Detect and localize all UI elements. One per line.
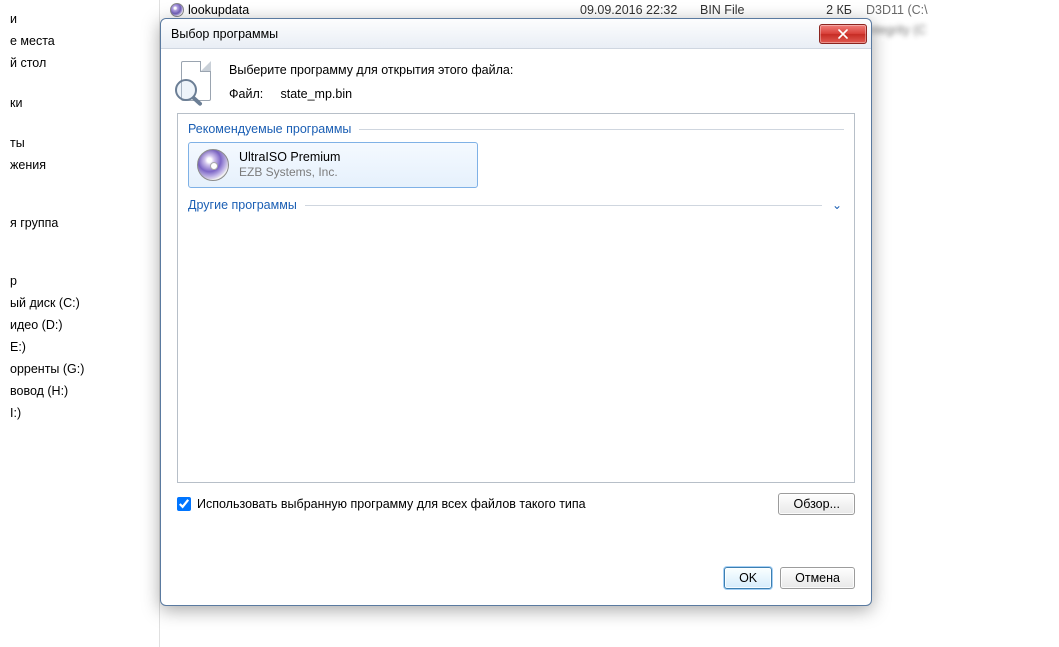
close-icon: [838, 29, 848, 39]
section-other[interactable]: Другие программы ⌄: [188, 198, 844, 212]
program-vendor: EZB Systems, Inc.: [239, 165, 340, 179]
disc-icon: [197, 149, 229, 181]
program-name: UltraISO Premium: [239, 150, 340, 165]
sidebar-item[interactable]: вовод (H:): [0, 380, 159, 402]
file-search-icon: [177, 61, 215, 107]
dialog-file: Файл: state_mp.bin: [229, 87, 513, 101]
programs-box: Рекомендуемые программы UltraISO Premium…: [177, 113, 855, 483]
sidebar-item[interactable]: орренты (G:): [0, 358, 159, 380]
cancel-button[interactable]: Отмена: [780, 567, 855, 589]
dialog-title: Выбор программы: [171, 27, 819, 41]
open-with-dialog: Выбор программы Выберите программу для о…: [160, 18, 872, 606]
file-size: 2 КБ: [810, 3, 860, 17]
sidebar-item[interactable]: й стол: [0, 52, 159, 74]
file-label: Файл:: [229, 87, 277, 101]
dialog-footer: OK Отмена: [177, 515, 855, 589]
file-row[interactable]: lookupdata 09.09.2016 22:32 BIN File 2 К…: [160, 0, 1059, 20]
always-use-row: Использовать выбранную программу для все…: [177, 493, 855, 515]
sidebar-item[interactable]: E:): [0, 336, 159, 358]
disc-icon: [170, 3, 184, 17]
sidebar-item[interactable]: ки: [0, 92, 159, 114]
sidebar-item[interactable]: р: [0, 270, 159, 292]
dialog-body: Выберите программу для открытия этого фа…: [161, 49, 871, 605]
sidebar-item[interactable]: ый диск (C:): [0, 292, 159, 314]
file-name-value: state_mp.bin: [280, 87, 352, 101]
sidebar-item[interactable]: жения: [0, 154, 159, 176]
section-label: Рекомендуемые программы: [188, 122, 351, 136]
file-date: 09.09.2016 22:32: [580, 3, 700, 17]
section-label: Другие программы: [188, 198, 297, 212]
sidebar-item[interactable]: I:): [0, 402, 159, 424]
section-recommended: Рекомендуемые программы: [188, 122, 844, 136]
always-use-label[interactable]: Использовать выбранную программу для все…: [197, 497, 586, 511]
sidebar-item[interactable]: ты: [0, 132, 159, 154]
browse-button[interactable]: Обзор...: [778, 493, 855, 515]
titlebar[interactable]: Выбор программы: [161, 19, 871, 49]
file-path: integrity (C: [860, 23, 1059, 37]
sidebar-item[interactable]: е места: [0, 30, 159, 52]
sidebar-item[interactable]: я группа: [0, 212, 159, 234]
sidebar-item[interactable]: идео (D:): [0, 314, 159, 336]
file-type: BIN File: [700, 3, 810, 17]
dialog-prompt: Выберите программу для открытия этого фа…: [229, 63, 513, 77]
chevron-down-icon: ⌄: [830, 198, 844, 212]
sidebar-item[interactable]: и: [0, 8, 159, 30]
file-path: D3D11 (C:\: [860, 3, 1059, 17]
program-item-ultraiso[interactable]: UltraISO Premium EZB Systems, Inc.: [188, 142, 478, 188]
file-name: lookupdata: [188, 3, 249, 17]
nav-sidebar: и е места й стол ки ты жения я группа р …: [0, 0, 160, 647]
always-use-checkbox[interactable]: [177, 497, 191, 511]
ok-button[interactable]: OK: [724, 567, 772, 589]
close-button[interactable]: [819, 24, 867, 44]
